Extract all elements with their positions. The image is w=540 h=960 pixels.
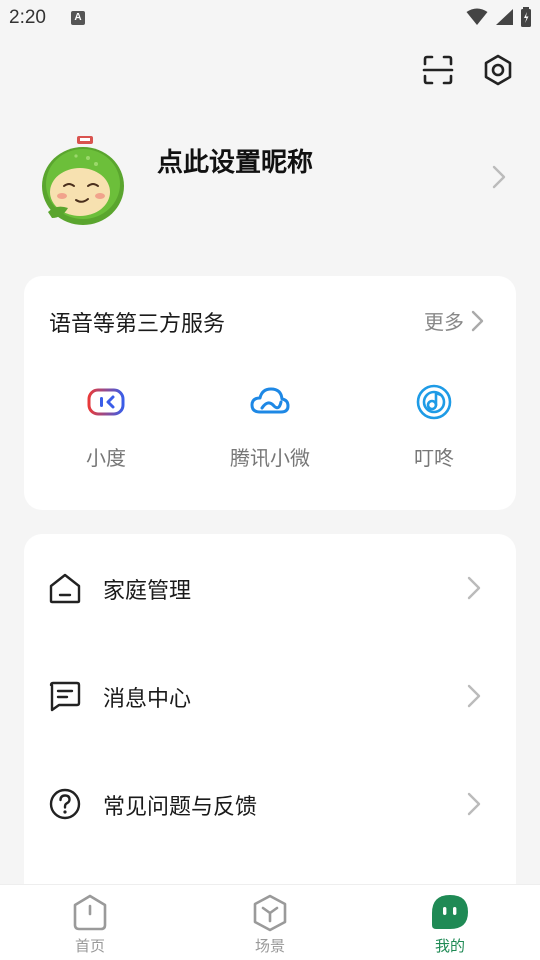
service-label: 叮咚 <box>414 446 454 470</box>
profile-chevron-right-icon[interactable] <box>488 164 510 190</box>
menu-item-label: 家庭管理 <box>103 579 192 604</box>
tab-scene[interactable]: 场景 <box>220 893 320 956</box>
third-party-services-card: 语音等第三方服务 更多 小度 腾讯小微 叮咚 <box>24 276 516 510</box>
signal-icon <box>496 9 513 25</box>
tab-label: 我的 <box>434 937 465 955</box>
xiaodu-icon <box>87 388 125 416</box>
tab-mine[interactable]: 我的 <box>400 893 500 956</box>
tencent-xiaowei-icon <box>250 387 290 414</box>
chevron-right-icon <box>467 792 481 816</box>
status-bar: 2:20 A <box>0 0 540 36</box>
status-time: 2:20 <box>9 7 46 28</box>
message-icon <box>49 681 81 712</box>
chevron-right-icon <box>467 576 481 600</box>
settings-button[interactable] <box>480 52 516 88</box>
chevron-right-icon <box>467 684 481 708</box>
notification-icon: A <box>71 11 85 25</box>
tab-label: 首页 <box>74 937 105 955</box>
service-label: 腾讯小微 <box>230 446 310 470</box>
scan-button[interactable] <box>420 52 456 88</box>
home-icon <box>49 573 81 604</box>
wifi-icon <box>466 8 488 25</box>
tab-label: 场景 <box>254 937 285 955</box>
service-xiaodu[interactable]: 小度 <box>36 384 176 471</box>
dingdong-icon <box>416 384 452 420</box>
service-dingdong[interactable]: 叮咚 <box>364 384 504 471</box>
help-icon <box>49 788 81 820</box>
service-label: 小度 <box>86 446 126 470</box>
tab-home[interactable]: 首页 <box>40 893 140 956</box>
menu-item-label: 常见问题与反馈 <box>103 795 258 820</box>
menu-item-label: 消息中心 <box>103 687 192 712</box>
battery-icon <box>521 7 531 27</box>
menu-item-faq-feedback[interactable]: 常见问题与反馈 <box>24 773 516 833</box>
status-icons <box>466 7 532 27</box>
menu-item-message-center[interactable]: 消息中心 <box>24 665 516 725</box>
gear-icon <box>484 54 512 86</box>
avatar-image <box>42 136 124 225</box>
home-tab-icon <box>73 894 107 931</box>
nickname-label[interactable]: 点此设置昵称 <box>157 142 313 179</box>
service-tencent-xiaowei[interactable]: 腾讯小微 <box>200 384 340 471</box>
scene-tab-icon <box>253 894 287 932</box>
chevron-right-icon <box>471 310 484 331</box>
mine-tab-icon <box>432 895 468 929</box>
services-title: 语音等第三方服务 <box>49 312 226 337</box>
profile-screen: 2:20 A 点此设置昵称 语音等第三方服务 更多 小度 腾讯小微 叮咚 家庭管… <box>0 0 540 960</box>
scan-icon <box>422 55 454 85</box>
menu-item-family-management[interactable]: 家庭管理 <box>24 557 516 617</box>
more-link[interactable]: 更多 <box>424 306 486 335</box>
bottom-nav: 首页 场景 我的 <box>0 884 540 960</box>
avatar[interactable] <box>40 134 126 226</box>
more-label: 更多 <box>424 310 464 334</box>
menu-card: 家庭管理 消息中心 常见问题与反馈 <box>24 534 516 894</box>
